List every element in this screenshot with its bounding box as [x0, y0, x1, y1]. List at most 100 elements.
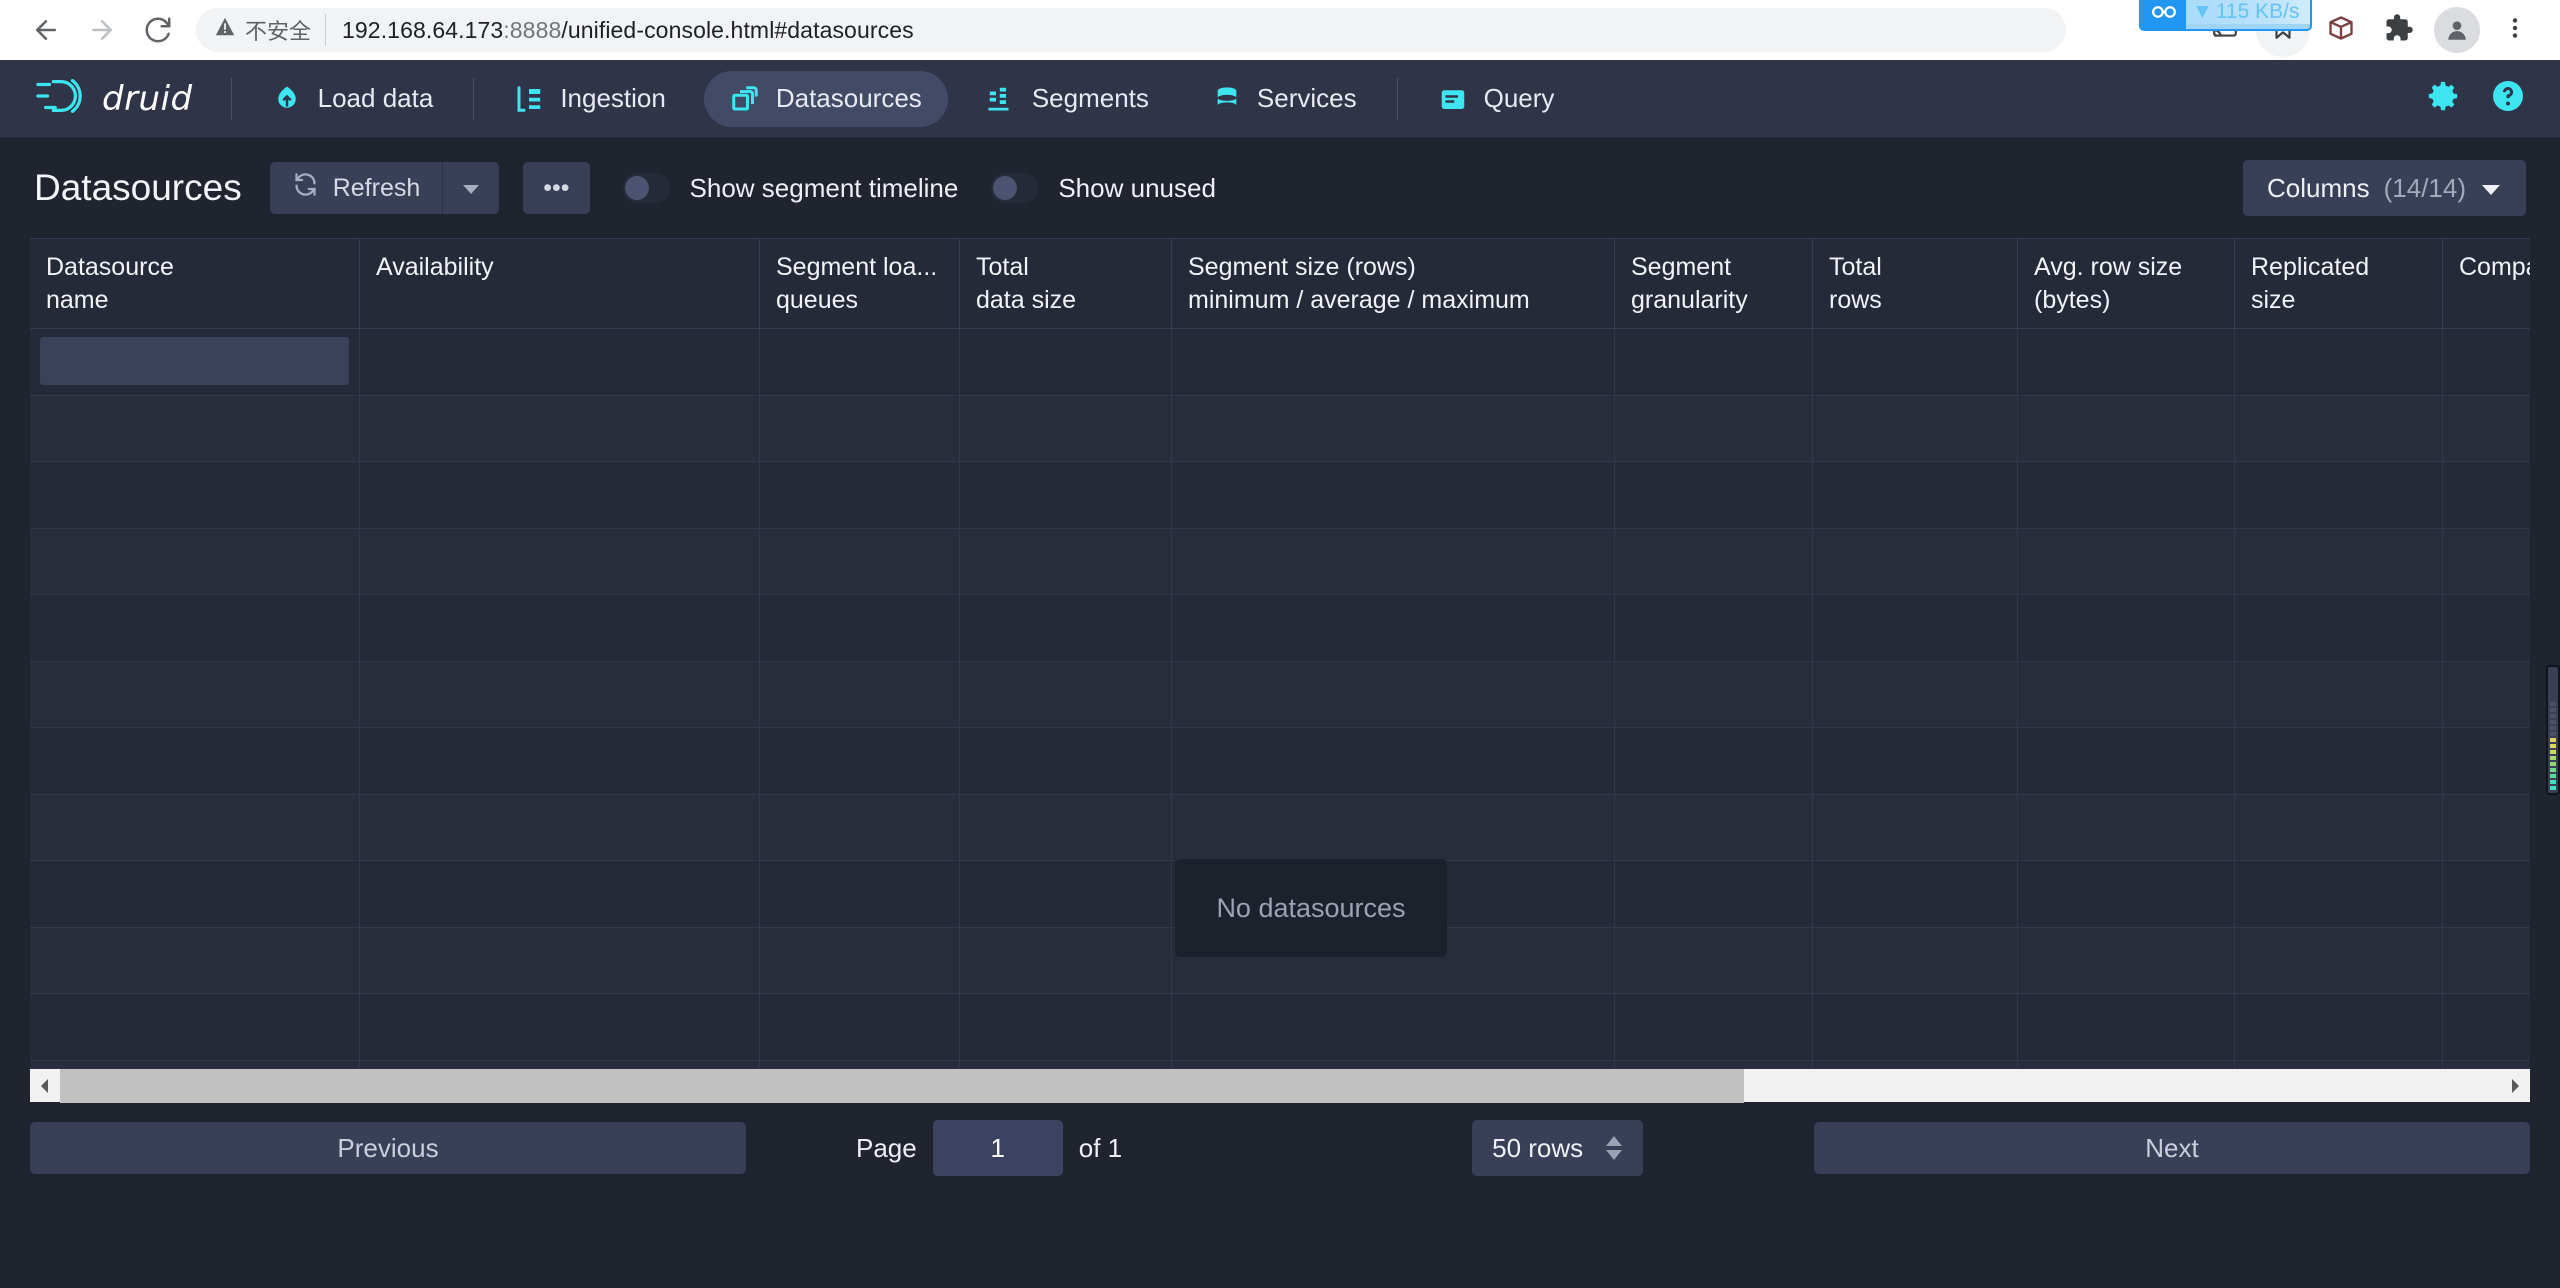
datasource-name-filter-input[interactable]: [40, 337, 349, 385]
scrollbar-track[interactable]: [60, 1068, 2500, 1103]
rows-per-page-select[interactable]: 50 rows: [1472, 1120, 1644, 1176]
download-arrow-icon: ▼: [2192, 0, 2213, 23]
network-meter-widget[interactable]: [2546, 665, 2560, 795]
table-cell: [1615, 728, 1813, 795]
scroll-left-arrow-icon[interactable]: [30, 1069, 60, 1103]
column-header-line: (bytes): [2034, 286, 2111, 314]
url-text[interactable]: 192.168.64.173:8888/unified-console.html…: [342, 17, 914, 44]
browser-toolbar: 不安全 192.168.64.173:8888/unified-console.…: [0, 0, 2560, 60]
horizontal-scrollbar[interactable]: [30, 1068, 2530, 1103]
table-cell: [1615, 1060, 1813, 1068]
column-header[interactable]: Segment loa... queues: [760, 239, 960, 328]
toggle-switch[interactable]: [621, 173, 670, 203]
nav-item-services[interactable]: Services: [1187, 71, 1383, 127]
table-row: [30, 728, 2530, 795]
extension-box-icon: [2327, 14, 2355, 47]
table-cell: [360, 595, 760, 662]
table-cell: [2018, 861, 2235, 928]
table-cell: [960, 395, 1172, 462]
nav-item-load-data[interactable]: Load data: [246, 71, 460, 127]
table-cell: [2235, 1060, 2443, 1068]
profile-button[interactable]: [2430, 3, 2484, 57]
table-cell: [760, 728, 960, 795]
table-cell: [1172, 528, 1615, 595]
security-indicator[interactable]: 不安全: [214, 14, 327, 46]
table-cell: [2235, 994, 2443, 1061]
column-header[interactable]: Total data size: [960, 239, 1172, 328]
table-cell: [2018, 661, 2235, 728]
nav-item-label: Segments: [1031, 83, 1149, 113]
refresh-button-group: Refresh: [269, 162, 500, 214]
more-options-button[interactable]: •••: [523, 162, 590, 214]
back-arrow-icon: [31, 15, 61, 45]
refresh-dropdown-button[interactable]: [442, 162, 500, 214]
column-header[interactable]: Datasource name: [30, 239, 360, 328]
page-number-input[interactable]: 1: [932, 1120, 1063, 1176]
table-cell: [2443, 794, 2530, 861]
column-header[interactable]: Total rows: [1813, 239, 2018, 328]
profile-avatar-icon: [2434, 7, 2480, 53]
gear-icon[interactable]: [2426, 79, 2460, 118]
druid-logo[interactable]: druid: [34, 72, 223, 125]
extension-box-button[interactable]: [2314, 3, 2368, 57]
toggle-show-unused[interactable]: Show unused: [990, 173, 1216, 204]
rows-per-page-label: 50 rows: [1492, 1132, 1584, 1163]
nav-item-query[interactable]: Query: [1412, 71, 1581, 127]
table-cell: [360, 329, 760, 396]
column-header[interactable]: Avg. row size (bytes): [2018, 239, 2235, 328]
table-cell: [960, 528, 1172, 595]
help-circle-icon[interactable]: [2490, 78, 2526, 119]
table-cell: [360, 794, 760, 861]
stepper-icon[interactable]: [1605, 1135, 1623, 1161]
scrollbar-thumb[interactable]: [60, 1068, 1744, 1103]
table-cell: [1615, 329, 1813, 396]
scroll-right-arrow-icon[interactable]: [2500, 1069, 2530, 1103]
table-row: [30, 994, 2530, 1061]
table-cell: [2443, 728, 2530, 795]
column-header[interactable]: Compaction: [2443, 239, 2530, 328]
nav-item-ingestion[interactable]: Ingestion: [488, 71, 692, 127]
reload-button[interactable]: [130, 2, 186, 58]
nav-item-datasources[interactable]: Datasources: [703, 70, 948, 127]
table-cell: [1172, 1060, 1615, 1068]
network-speed-badge[interactable]: ▼ 115 KB/s: [2139, 0, 2313, 31]
nav-item-segments[interactable]: Segments: [960, 71, 1175, 127]
columns-dropdown-button[interactable]: Columns (14/14): [2243, 160, 2526, 216]
previous-page-button[interactable]: Previous: [30, 1122, 746, 1174]
column-header[interactable]: Segment granularity: [1615, 239, 1813, 328]
pagination-bar: Previous Page 1 of 1 50 rows Next: [0, 1102, 2560, 1180]
column-header[interactable]: Segment size (rows) minimum / average / m…: [1172, 239, 1615, 328]
table-cell: [760, 395, 960, 462]
column-header[interactable]: Replicated size: [2235, 239, 2443, 328]
column-header[interactable]: Availability: [360, 239, 760, 328]
chevron-down-icon: [2480, 173, 2502, 204]
table-cell: [360, 395, 760, 462]
toggle-switch[interactable]: [990, 173, 1039, 203]
load-data-icon: [272, 84, 302, 114]
table-cell: [2018, 395, 2235, 462]
puzzle-icon: [2384, 13, 2414, 48]
table-cell: [360, 927, 760, 994]
refresh-button[interactable]: Refresh: [269, 162, 443, 214]
table-cell: [760, 462, 960, 529]
toggle-show-segment-timeline[interactable]: Show segment timeline: [621, 173, 958, 204]
network-monitor-icon: [2141, 0, 2186, 29]
column-header-line: size: [2251, 286, 2296, 314]
table-cell: [2018, 728, 2235, 795]
navbar-actions: [2426, 78, 2526, 119]
page-title: Datasources: [34, 167, 242, 208]
table-cell: [960, 728, 1172, 795]
next-page-button[interactable]: Next: [1814, 1122, 2530, 1174]
page-total-label: of 1: [1078, 1132, 1123, 1163]
browser-menu-button[interactable]: [2488, 3, 2542, 57]
table-cell: [960, 595, 1172, 662]
table-cell: [2018, 927, 2235, 994]
table-cell: [30, 927, 360, 994]
table-row: [30, 661, 2530, 728]
page-label: Page: [856, 1132, 917, 1163]
extensions-button[interactable]: [2372, 3, 2426, 57]
back-button[interactable]: [18, 2, 74, 58]
address-bar[interactable]: 不安全 192.168.64.173:8888/unified-console.…: [196, 8, 2066, 52]
forward-button[interactable]: [74, 2, 130, 58]
table-cell: [2235, 794, 2443, 861]
